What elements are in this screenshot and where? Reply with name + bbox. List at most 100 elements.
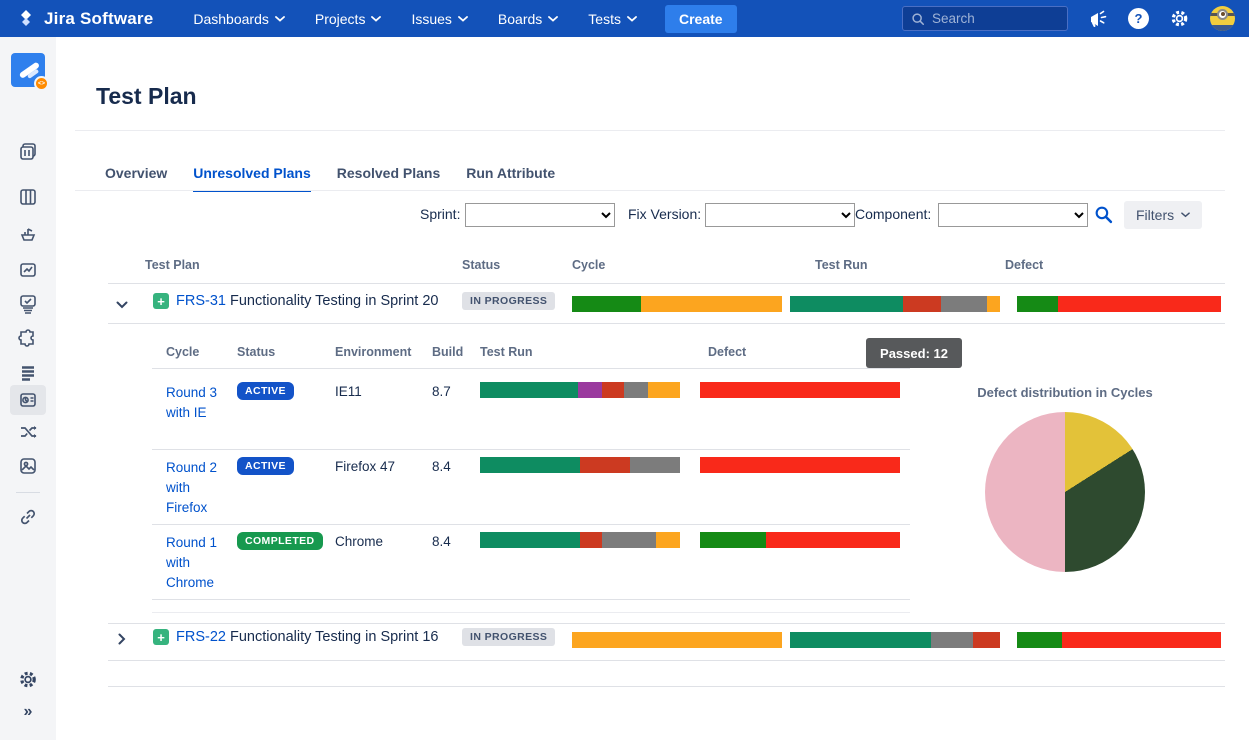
sprint-select[interactable] xyxy=(465,203,615,227)
environment-cell: Chrome xyxy=(335,534,383,549)
navbar-right: Search ? xyxy=(902,6,1235,31)
tab-run-attribute[interactable]: Run Attribute xyxy=(466,165,555,192)
jira-diamond-icon xyxy=(16,9,36,29)
menu-label: Tests xyxy=(588,11,621,27)
tab-unresolved-plans[interactable]: Unresolved Plans xyxy=(193,165,311,192)
pie-chart-title: Defect distribution in Cycles xyxy=(925,385,1205,400)
cycle-progress-bar[interactable] xyxy=(572,632,782,648)
col-header-test-run: Test Run xyxy=(815,258,868,272)
media-icon[interactable] xyxy=(18,456,38,476)
issue-key-link[interactable]: FRS-22 xyxy=(176,629,226,645)
backlog-icon[interactable] xyxy=(18,141,38,161)
cycle-link[interactable]: Round 2 with Firefox xyxy=(166,458,230,518)
issue-key-link[interactable]: FRS-31 xyxy=(176,293,226,309)
jira-logo[interactable]: Jira Software xyxy=(16,9,153,29)
divider xyxy=(108,283,1225,284)
divider xyxy=(152,524,910,525)
status-badge: IN PROGRESS xyxy=(462,628,555,646)
addon-badge-icon: <> xyxy=(34,76,49,91)
divider xyxy=(75,130,1225,131)
menu-projects[interactable]: Projects xyxy=(315,11,382,27)
menu-label: Projects xyxy=(315,11,366,27)
brand-name: Jira Software xyxy=(44,9,153,29)
defect-distribution-pie-chart[interactable] xyxy=(985,412,1145,572)
tab-bar-divider xyxy=(75,190,1225,191)
issue-summary: FRS-31 Functionality Testing in Sprint 2… xyxy=(176,293,439,309)
addons-icon[interactable] xyxy=(18,329,38,349)
build-cell: 8.4 xyxy=(432,534,451,549)
search-input[interactable]: Search xyxy=(902,6,1068,31)
project-avatar[interactable]: <> xyxy=(11,53,45,87)
tab-overview[interactable]: Overview xyxy=(105,165,167,192)
project-sidebar: <> xyxy=(0,37,56,740)
sidebar-divider xyxy=(16,492,40,493)
menu-tests[interactable]: Tests xyxy=(588,11,637,27)
expand-row-chevron-icon[interactable] xyxy=(118,632,126,650)
menu-boards[interactable]: Boards xyxy=(498,11,558,27)
cycle-link[interactable]: Round 3 with IE xyxy=(166,383,230,423)
link-icon[interactable] xyxy=(18,507,38,527)
defect-progress-bar[interactable] xyxy=(700,382,900,398)
defect-progress-bar[interactable] xyxy=(700,532,900,548)
environment-cell: Firefox 47 xyxy=(335,459,395,474)
board-icon[interactable] xyxy=(18,187,38,207)
col-header-defect: Defect xyxy=(1005,258,1043,272)
issue-summary: FRS-22 Functionality Testing in Sprint 1… xyxy=(176,629,439,645)
issue-summary-text: Functionality Testing in Sprint 16 xyxy=(230,629,439,645)
tab-resolved-plans[interactable]: Resolved Plans xyxy=(337,165,441,192)
reports-icon[interactable] xyxy=(18,260,38,280)
test-run-progress-bar[interactable] xyxy=(790,296,1000,312)
environment-cell: IE11 xyxy=(335,384,362,399)
col-header-cycle: Cycle xyxy=(572,258,605,272)
col-header-test-plan: Test Plan xyxy=(145,258,200,272)
component-filter-label: Component: xyxy=(855,206,931,222)
chevron-down-icon xyxy=(1181,212,1190,218)
fix-version-filter-label: Fix Version: xyxy=(628,206,701,222)
jira-app-window: Jira Software Dashboards Projects Issues… xyxy=(0,0,1249,740)
divider xyxy=(108,323,1225,324)
issues-icon[interactable] xyxy=(19,364,37,382)
menu-dashboards[interactable]: Dashboards xyxy=(193,11,285,27)
main-content: Test Plan Overview Unresolved Plans Reso… xyxy=(56,37,1249,740)
announcement-icon[interactable] xyxy=(1088,10,1108,28)
divider xyxy=(108,686,1225,687)
test-run-progress-bar[interactable] xyxy=(480,532,680,548)
subcol-header-status: Status xyxy=(237,345,275,359)
expand-sidebar-icon[interactable]: » xyxy=(24,703,33,721)
test-plan-icon[interactable] xyxy=(10,385,46,415)
cycle-progress-bar[interactable] xyxy=(572,296,782,312)
filters-button-label: Filters xyxy=(1136,207,1174,223)
sidebar-settings-icon[interactable] xyxy=(18,669,39,690)
help-icon[interactable]: ? xyxy=(1128,8,1149,29)
bar-tooltip: Passed: 12 xyxy=(866,338,962,368)
shuffle-icon[interactable] xyxy=(18,423,38,441)
top-navbar: Jira Software Dashboards Projects Issues… xyxy=(0,0,1249,37)
page-title: Test Plan xyxy=(96,83,197,110)
settings-icon[interactable] xyxy=(1169,8,1190,29)
test-suite-icon[interactable] xyxy=(18,293,38,315)
menu-issues[interactable]: Issues xyxy=(411,11,467,27)
collapse-row-chevron-icon[interactable] xyxy=(116,296,128,314)
filters-button[interactable]: Filters xyxy=(1124,201,1202,229)
test-run-progress-bar[interactable] xyxy=(790,632,1000,648)
filter-search-icon[interactable] xyxy=(1094,205,1113,229)
fix-version-select[interactable] xyxy=(705,203,855,227)
defect-progress-bar[interactable] xyxy=(700,457,900,473)
cycle-status-badge: COMPLETED xyxy=(237,532,323,550)
subcol-header-cycle: Cycle xyxy=(166,345,199,359)
issue-summary-text: Functionality Testing in Sprint 20 xyxy=(230,293,439,309)
col-header-status: Status xyxy=(462,258,500,272)
create-button[interactable]: Create xyxy=(665,5,737,33)
releases-icon[interactable] xyxy=(18,224,38,244)
divider xyxy=(108,623,1225,624)
build-cell: 8.7 xyxy=(432,384,451,399)
divider xyxy=(152,368,910,369)
defect-progress-bar[interactable] xyxy=(1017,632,1221,648)
test-run-progress-bar[interactable] xyxy=(480,457,680,473)
defect-progress-bar[interactable] xyxy=(1017,296,1221,312)
subcol-header-environment: Environment xyxy=(335,345,411,359)
test-run-progress-bar[interactable] xyxy=(480,382,680,398)
user-avatar[interactable] xyxy=(1210,6,1235,31)
component-select[interactable] xyxy=(938,203,1088,227)
cycle-link[interactable]: Round 1 with Chrome xyxy=(166,533,230,593)
